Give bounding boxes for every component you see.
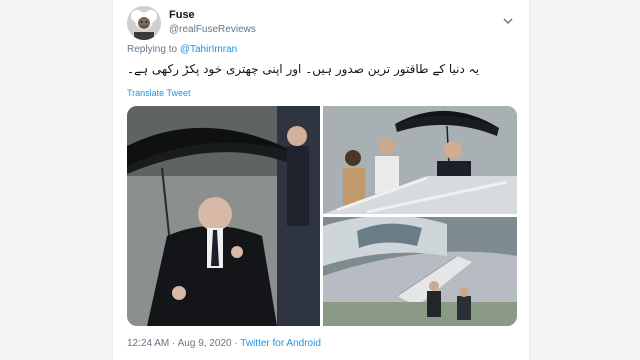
tweet-meta: 12:24 AM · Aug 9, 2020 · Twitter for And… bbox=[127, 338, 321, 349]
chevron-down-icon[interactable] bbox=[501, 14, 515, 26]
reply-to-link[interactable]: @TahirImran bbox=[180, 44, 237, 55]
media-divider-horizontal bbox=[323, 214, 517, 217]
tweet-text: یہ دنیا کے طاقتور ترین صدور ہیں۔ اور اپن… bbox=[127, 62, 480, 76]
photo-umbrella-left[interactable] bbox=[127, 106, 320, 326]
media-divider-vertical bbox=[320, 106, 323, 326]
tweet-time[interactable]: 12:24 AM bbox=[127, 338, 169, 349]
meta-separator: · bbox=[172, 338, 176, 349]
display-name[interactable]: Fuse bbox=[169, 9, 195, 21]
user-handle[interactable]: @realFuseReviews bbox=[169, 24, 256, 35]
tweet-source-link[interactable]: Twitter for Android bbox=[240, 338, 321, 349]
replying-to: Replying to @TahirImran bbox=[127, 44, 237, 55]
photo-umbrella-top-right[interactable] bbox=[323, 106, 517, 214]
avatar-portrait-icon bbox=[127, 6, 161, 40]
tweet-card: Fuse @realFuseReviews Replying to @Tahir… bbox=[112, 0, 530, 360]
photo-aircraft-bottom-right[interactable] bbox=[323, 215, 517, 326]
avatar[interactable] bbox=[127, 6, 161, 40]
media-grid[interactable] bbox=[127, 106, 517, 326]
replying-prefix: Replying to bbox=[127, 44, 178, 55]
translate-tweet-link[interactable]: Translate Tweet bbox=[127, 88, 191, 98]
tweet-date[interactable]: Aug 9, 2020 bbox=[178, 338, 232, 349]
meta-separator: · bbox=[234, 338, 238, 349]
